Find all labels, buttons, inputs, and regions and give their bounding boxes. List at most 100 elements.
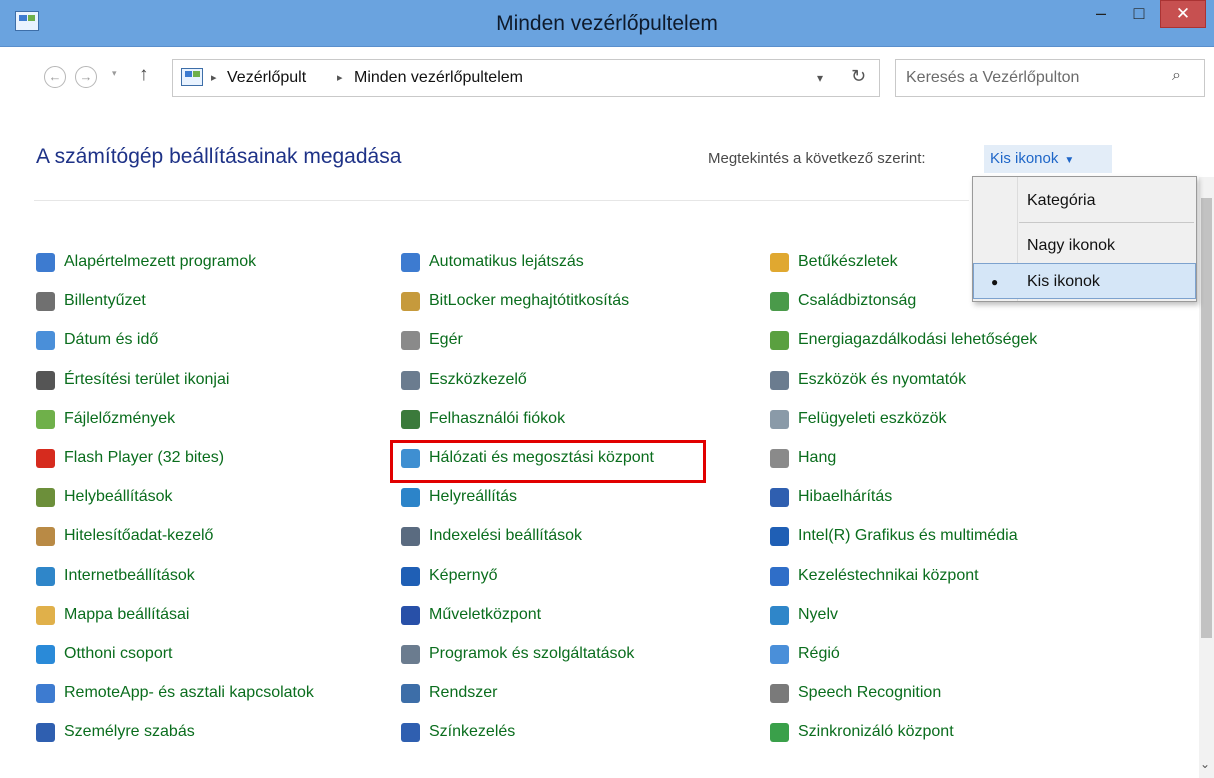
view-by-value: Kis ikonok (990, 150, 1059, 167)
programs-features-icon (401, 645, 420, 664)
address-bar[interactable]: ▸ Vezérlőpult ▸ Minden vezérlőpultelem ▾… (172, 59, 880, 97)
color-management-icon (401, 723, 420, 742)
breadcrumb-control-panel[interactable]: Vezérlőpult (227, 69, 306, 87)
date-time-icon (36, 331, 55, 350)
refresh-icon[interactable]: ↻ (851, 66, 866, 87)
bitlocker-icon (401, 292, 420, 311)
control-panel-item-label: Személyre szabás (64, 723, 195, 740)
action-center-icon (401, 606, 420, 625)
window-title: Minden vezérlőpultelem (496, 12, 718, 35)
header-divider (34, 200, 969, 201)
scrollbar-thumb[interactable] (1201, 198, 1212, 638)
autoplay-icon (401, 253, 420, 272)
search-icon[interactable]: ⌕ (1172, 67, 1181, 85)
family-safety-icon (770, 292, 789, 311)
control-panel-item-label: Fájlelőzmények (64, 410, 176, 427)
indexing-options-icon (401, 527, 420, 546)
credential-manager-icon (36, 527, 55, 546)
control-panel-item-label: Egér (429, 331, 463, 348)
menu-item-large-icons[interactable]: Nagy ikonok (973, 228, 1196, 264)
sound-icon (770, 449, 789, 468)
internet-options-icon (36, 567, 55, 586)
minimize-button[interactable]: – (1086, 0, 1116, 28)
troubleshooting-icon (770, 488, 789, 507)
control-panel-item-label: Programok és szolgáltatások (429, 645, 635, 662)
control-panel-item-label: BitLocker meghajtótitkosítás (429, 292, 630, 309)
control-panel-item-label: Rendszer (429, 684, 498, 701)
flash-player-icon (36, 449, 55, 468)
device-manager-icon (401, 371, 420, 390)
title-bar[interactable]: Minden vezérlőpultelem – □ ✕ (0, 0, 1214, 47)
view-by-label: Megtekintés a következő szerint: (708, 150, 926, 167)
recent-locations-chevron-icon[interactable]: ▾ (112, 68, 117, 79)
search-placeholder: Keresés a Vezérlőpulton (906, 69, 1080, 86)
breadcrumb-all-items[interactable]: Minden vezérlőpultelem (354, 69, 523, 87)
control-panel-item-label: Szinkronizáló központ (798, 723, 954, 740)
control-panel-item-label: Helybeállítások (64, 488, 173, 505)
control-panel-item-label: Internetbeállítások (64, 567, 195, 584)
close-button[interactable]: ✕ (1160, 0, 1206, 28)
control-panel-item-label: Nyelv (798, 606, 839, 623)
homegroup-icon (36, 645, 55, 664)
control-panel-item-label: RemoteApp- és asztali kapcsolatok (64, 684, 314, 701)
control-panel-item-label: Helyreállítás (429, 488, 518, 505)
control-panel-item-label: Családbiztonság (798, 292, 917, 309)
maximize-button[interactable]: □ (1124, 0, 1154, 28)
control-panel-item-label: Billentyűzet (64, 292, 146, 309)
scroll-down-arrow-icon[interactable]: ⌄ (1200, 757, 1210, 771)
selected-bullet-icon: ● (991, 275, 999, 289)
back-button[interactable]: ← (44, 66, 66, 88)
up-level-button[interactable]: ↑ (139, 64, 149, 86)
control-panel-item-label: Dátum és idő (64, 331, 159, 348)
fonts-icon (770, 253, 789, 272)
control-panel-item-label: Speech Recognition (798, 684, 942, 701)
control-panel-item-label: Otthoni csoport (64, 645, 173, 662)
display-icon (401, 567, 420, 586)
control-panel-item-label: Értesítési terület ikonjai (64, 371, 230, 388)
remoteapp-icon (36, 684, 55, 703)
control-panel-item-label: Színkezelés (429, 723, 516, 740)
folder-options-icon (36, 606, 55, 625)
region-icon (770, 645, 789, 664)
menu-item-small-icons[interactable]: ● Kis ikonok (973, 263, 1196, 299)
personalization-icon (36, 723, 55, 742)
forward-button[interactable]: → (75, 66, 97, 88)
ease-of-access-icon (770, 567, 789, 586)
speech-recognition-icon (770, 684, 789, 703)
recovery-icon (401, 488, 420, 507)
keyboard-icon (36, 292, 55, 311)
notification-area-icon (36, 371, 55, 390)
breadcrumb-separator-icon[interactable]: ▸ (211, 71, 217, 84)
intel-graphics-icon (770, 527, 789, 546)
devices-printers-icon (770, 371, 789, 390)
control-panel-item-label: Mappa beállításai (64, 606, 190, 623)
menu-item-category[interactable]: Kategória (973, 183, 1196, 219)
page-title: A számítógép beállításainak megadása (36, 145, 402, 168)
menu-divider (1019, 222, 1194, 223)
menu-item-label: Nagy ikonok (1027, 237, 1116, 254)
sync-center-icon (770, 723, 789, 742)
control-panel-item-label: Képernyő (429, 567, 498, 584)
control-panel-window: Minden vezérlőpultelem – □ ✕ ← → ▾ ↑ ▸ V… (0, 0, 1214, 778)
menu-item-label: Kis ikonok (1027, 273, 1100, 290)
control-panel-item-label: Hang (798, 449, 837, 466)
default-programs-icon (36, 253, 55, 272)
location-settings-icon (36, 488, 55, 507)
search-input[interactable]: Keresés a Vezérlőpulton ⌕ (895, 59, 1205, 97)
administrative-tools-icon (770, 410, 789, 429)
control-panel-item-label: Régió (798, 645, 840, 662)
control-panel-item-label: Betűkészletek (798, 253, 898, 270)
control-panel-item-label: Hitelesítőadat-kezelő (64, 527, 214, 544)
control-panel-item-label: Eszközkezelő (429, 371, 527, 388)
control-panel-item-label: Kezeléstechnikai központ (798, 567, 979, 584)
address-history-chevron-icon[interactable]: ▾ (817, 71, 823, 85)
view-by-dropdown[interactable]: Kis ikonok ▼ (984, 145, 1112, 173)
control-panel-item-label: Indexelési beállítások (429, 527, 582, 544)
breadcrumb-separator-icon[interactable]: ▸ (337, 71, 343, 84)
control-panel-item-label: Felügyeleti eszközök (798, 410, 947, 427)
power-options-icon (770, 331, 789, 350)
user-accounts-icon (401, 410, 420, 429)
control-panel-item-label: Felhasználói fiókok (429, 410, 566, 427)
control-panel-item-label: Automatikus lejátszás (429, 253, 584, 270)
control-panel-item-label: Hibaelhárítás (798, 488, 893, 505)
